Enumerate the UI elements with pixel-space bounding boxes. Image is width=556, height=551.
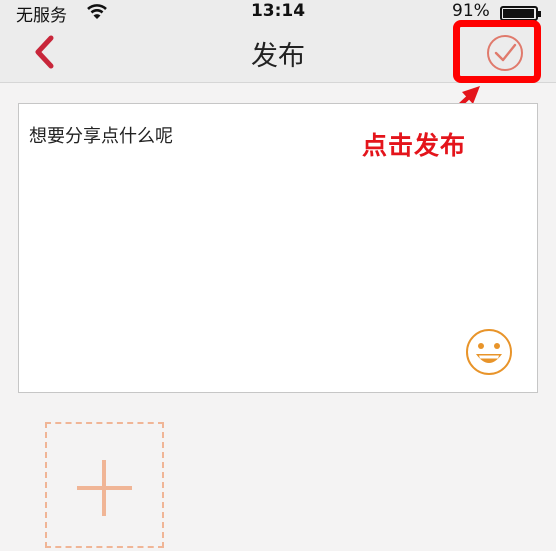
- publish-highlight-box: [453, 20, 541, 83]
- add-photo-button[interactable]: [45, 422, 164, 548]
- publish-annotation: 点击发布: [362, 131, 467, 160]
- post-placeholder: 想要分享点什么呢: [29, 126, 173, 147]
- battery-icon: [500, 6, 541, 21]
- plus-icon: [77, 460, 132, 516]
- battery-percent: 91%: [452, 1, 490, 21]
- smiley-icon[interactable]: [465, 328, 513, 376]
